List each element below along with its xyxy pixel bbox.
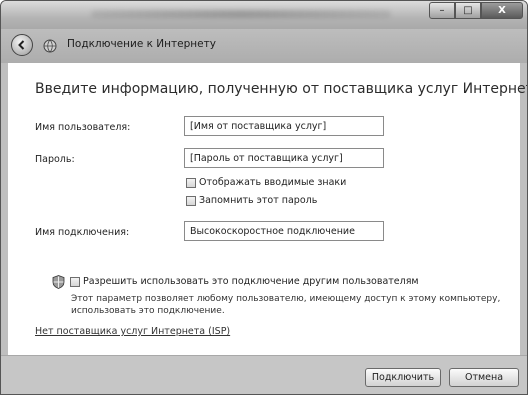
password-input[interactable] xyxy=(184,148,384,168)
page-title: Подключение к Интернету xyxy=(67,38,216,50)
remember-password-checkbox[interactable] xyxy=(186,196,196,206)
connection-name-input[interactable] xyxy=(184,221,384,241)
password-label: Пароль: xyxy=(35,154,75,165)
maximize-icon: □ xyxy=(463,5,473,16)
remember-password-label: Запомнить этот пароль xyxy=(199,195,318,206)
back-arrow-icon xyxy=(18,40,25,50)
username-label: Имя пользователя: xyxy=(35,122,131,133)
maximize-button[interactable]: □ xyxy=(455,2,481,19)
wizard-content: Введите информацию, полученную от постав… xyxy=(8,63,527,355)
close-icon: X xyxy=(498,5,506,16)
network-connection-icon xyxy=(43,39,57,53)
username-input[interactable] xyxy=(184,116,384,136)
blurred-title xyxy=(91,10,391,18)
connect-to-internet-window: – □ X Подключение к Интернету Введите ин… xyxy=(0,0,528,395)
show-characters-label: Отображать вводимые знаки xyxy=(199,177,347,188)
no-isp-link[interactable]: Нет поставщика услуг Интернета (ISP) xyxy=(35,326,230,337)
navigation-bar: Подключение к Интернету xyxy=(1,29,527,63)
minimize-icon: – xyxy=(439,5,445,16)
connect-button[interactable]: Подключить xyxy=(365,368,441,387)
cancel-button[interactable]: Отмена xyxy=(449,368,519,387)
uac-shield-icon xyxy=(52,275,65,289)
allow-others-description: Этот параметр позволяет любому пользоват… xyxy=(71,294,501,316)
connection-name-label: Имя подключения: xyxy=(35,227,130,238)
back-button[interactable] xyxy=(11,34,33,56)
allow-others-label: Разрешить использовать это подключение д… xyxy=(83,276,419,287)
minimize-button[interactable]: – xyxy=(429,2,455,19)
form-heading: Введите информацию, полученную от постав… xyxy=(35,81,528,97)
title-bar[interactable]: – □ X xyxy=(1,1,527,29)
caption-buttons: – □ X xyxy=(429,2,523,19)
allow-others-checkbox[interactable] xyxy=(70,277,80,287)
show-characters-checkbox[interactable] xyxy=(186,178,196,188)
button-bar: Подключить Отмена xyxy=(1,355,527,394)
close-button[interactable]: X xyxy=(481,2,523,19)
